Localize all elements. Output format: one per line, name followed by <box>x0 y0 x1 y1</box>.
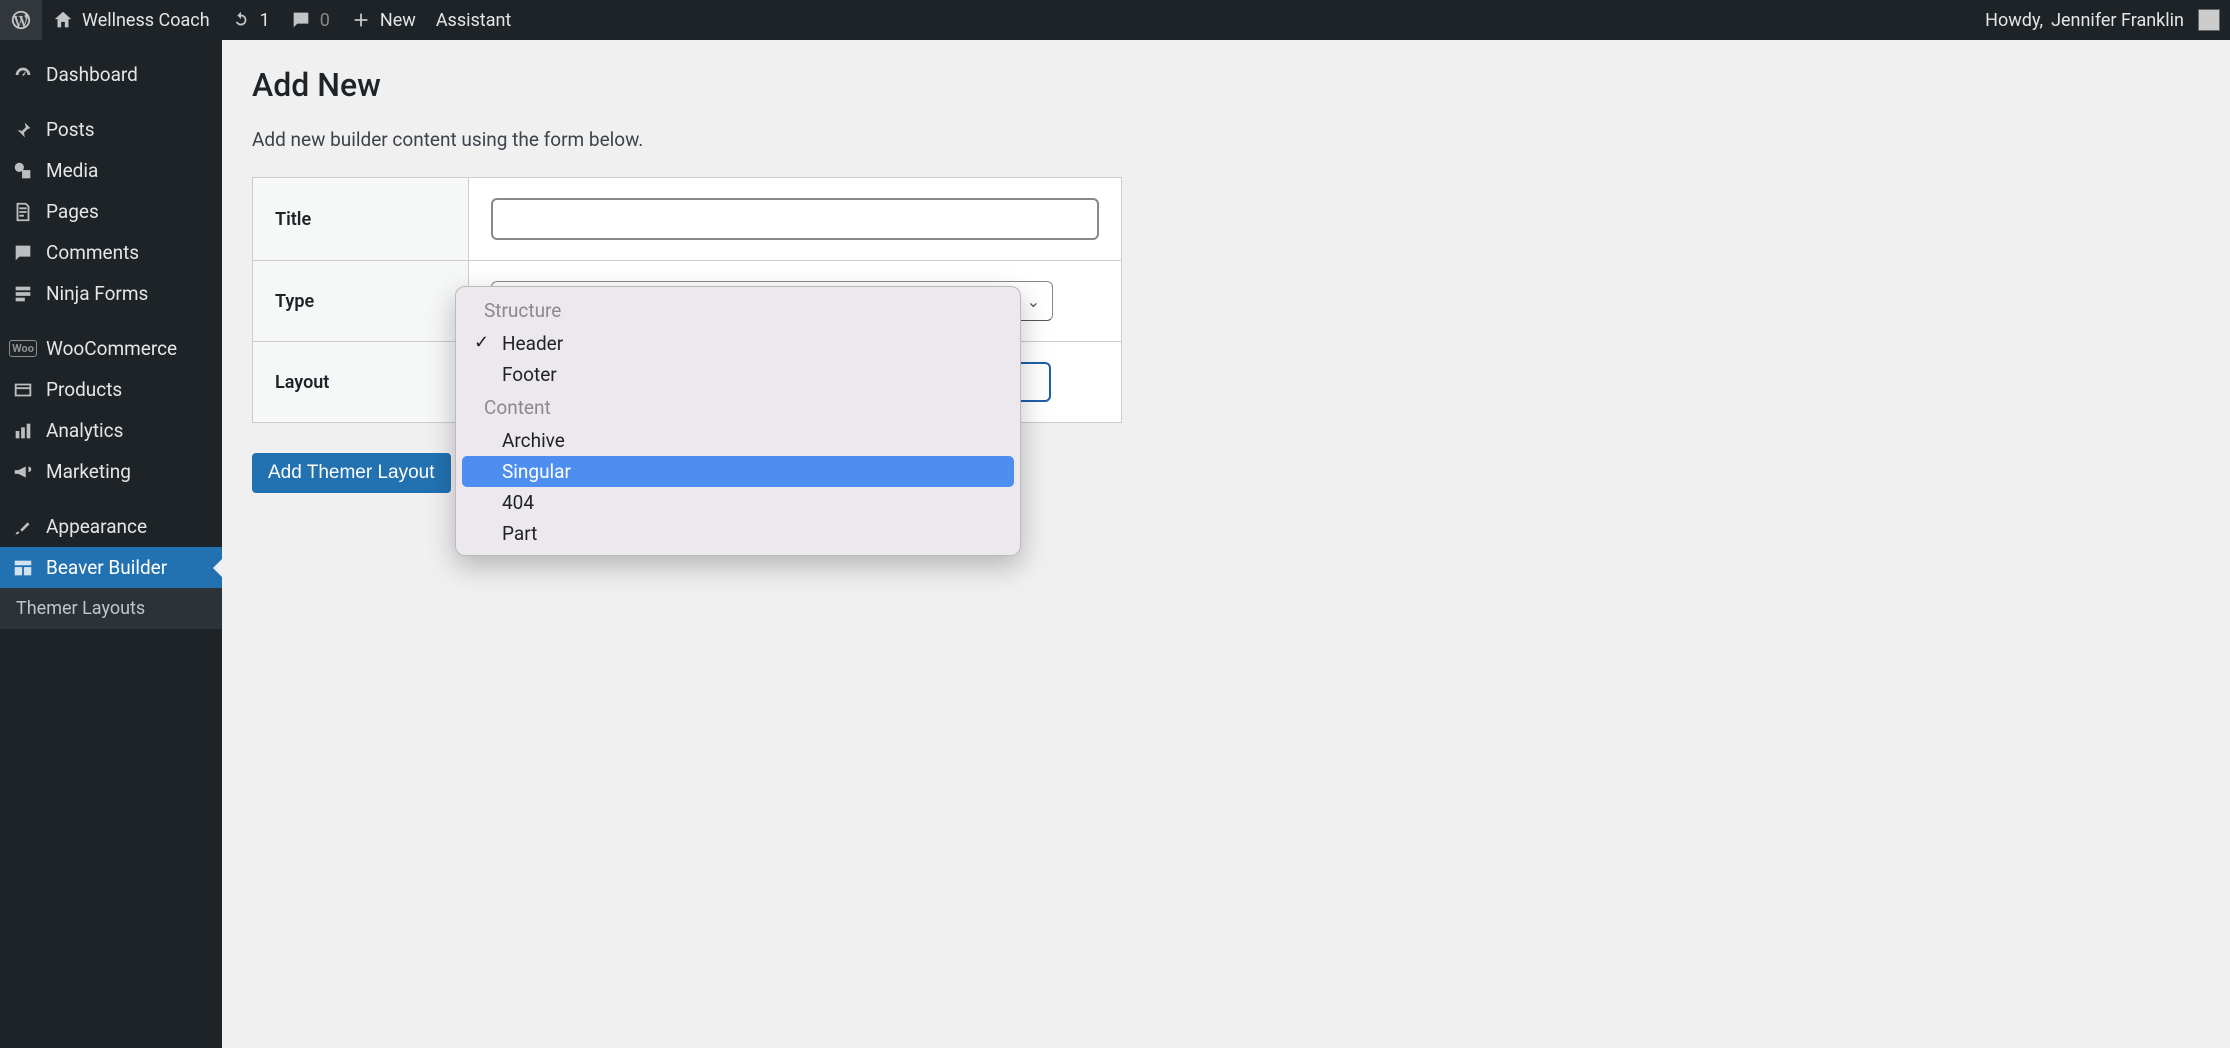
updates-count: 1 <box>260 10 270 31</box>
layout-label: Layout <box>253 342 469 423</box>
megaphone-icon <box>12 461 34 483</box>
comments-link[interactable]: 0 <box>280 0 340 40</box>
sidebar-item-label: Products <box>46 378 122 401</box>
sidebar-item-posts[interactable]: Posts <box>0 109 222 150</box>
howdy-prefix: Howdy, <box>1985 10 2043 31</box>
sidebar-item-label: Appearance <box>46 515 147 538</box>
admin-bar: Wellness Coach 1 0 New Assistant Howdy, <box>0 0 2230 40</box>
comments-count: 0 <box>320 10 330 31</box>
title-input[interactable] <box>491 198 1099 240</box>
media-icon <box>12 160 34 182</box>
sidebar-item-label: Media <box>46 159 98 182</box>
title-label: Title <box>253 178 469 261</box>
account-link[interactable]: Howdy, Jennifer Franklin <box>1975 0 2230 40</box>
sidebar-item-label: Ninja Forms <box>46 282 148 305</box>
page-title: Add New <box>252 66 2200 104</box>
new-link[interactable]: New <box>340 0 426 40</box>
option-header[interactable]: Header <box>462 328 1014 359</box>
new-label: New <box>380 10 416 31</box>
page-description: Add new builder content using the form b… <box>252 128 2200 151</box>
add-new-form: Title Type Themer Layout ⌄ Layout <box>252 177 1122 423</box>
sidebar-item-comments[interactable]: Comments <box>0 232 222 273</box>
avatar <box>2198 9 2220 31</box>
sidebar-item-ninja-forms[interactable]: Ninja Forms <box>0 273 222 314</box>
comment-icon <box>290 9 312 31</box>
option-archive[interactable]: Archive <box>462 425 1014 456</box>
woo-icon: Woo <box>12 338 34 360</box>
sidebar-item-beaver-builder[interactable]: Beaver Builder <box>0 547 222 588</box>
product-icon <box>12 379 34 401</box>
option-404[interactable]: 404 <box>462 487 1014 518</box>
sidebar-item-label: WooCommerce <box>46 337 177 360</box>
sidebar-item-pages[interactable]: Pages <box>0 191 222 232</box>
optgroup-structure: Structure <box>462 293 1014 328</box>
sidebar-item-label: Beaver Builder <box>46 556 167 579</box>
admin-bar-left: Wellness Coach 1 0 New Assistant <box>0 0 521 40</box>
chart-icon <box>12 420 34 442</box>
assistant-label: Assistant <box>436 10 512 31</box>
layout-icon <box>12 557 34 579</box>
wp-logo[interactable] <box>0 0 42 40</box>
sidebar-item-dashboard[interactable]: Dashboard <box>0 54 222 95</box>
sidebar-item-woocommerce[interactable]: Woo WooCommerce <box>0 328 222 369</box>
sidebar-item-label: Comments <box>46 241 139 264</box>
optgroup-content: Content <box>462 390 1014 425</box>
home-icon <box>52 9 74 31</box>
type-dropdown: Structure Header Footer Content Archive … <box>455 286 1021 556</box>
sidebar-item-media[interactable]: Media <box>0 150 222 191</box>
sidebar-item-label: Analytics <box>46 419 123 442</box>
updates-link[interactable]: 1 <box>220 0 280 40</box>
plus-icon <box>350 9 372 31</box>
sidebar-item-label: Posts <box>46 118 95 141</box>
form-icon <box>12 283 34 305</box>
site-link[interactable]: Wellness Coach <box>42 0 220 40</box>
pin-icon <box>12 119 34 141</box>
sidebar-item-label: Pages <box>46 200 99 223</box>
add-themer-layout-button[interactable]: Add Themer Layout <box>252 453 451 493</box>
sidebar-item-products[interactable]: Products <box>0 369 222 410</box>
comment-icon <box>12 242 34 264</box>
user-name: Jennifer Franklin <box>2051 10 2184 31</box>
main-content: Add New Add new builder content using th… <box>222 0 2230 533</box>
pages-icon <box>12 201 34 223</box>
brush-icon <box>12 516 34 538</box>
sidebar-item-marketing[interactable]: Marketing <box>0 451 222 492</box>
admin-sidebar: Dashboard Posts Media Pages Comments Nin… <box>0 40 222 1048</box>
assistant-link[interactable]: Assistant <box>426 0 522 40</box>
sidebar-item-appearance[interactable]: Appearance <box>0 506 222 547</box>
updates-icon <box>230 9 252 31</box>
admin-bar-right: Howdy, Jennifer Franklin <box>1975 0 2230 40</box>
option-footer[interactable]: Footer <box>462 359 1014 390</box>
sidebar-item-analytics[interactable]: Analytics <box>0 410 222 451</box>
sidebar-item-label: Dashboard <box>46 63 138 86</box>
chevron-down-icon: ⌄ <box>1027 292 1040 311</box>
site-name: Wellness Coach <box>82 10 210 31</box>
option-part[interactable]: Part <box>462 518 1014 549</box>
dashboard-icon <box>12 64 34 86</box>
sidebar-item-label: Marketing <box>46 460 131 483</box>
sidebar-submenu: Themer Layouts <box>0 588 222 629</box>
submenu-themer-layouts[interactable]: Themer Layouts <box>0 588 222 629</box>
type-label: Type <box>253 261 469 342</box>
wordpress-icon <box>10 9 32 31</box>
option-singular[interactable]: Singular <box>462 456 1014 487</box>
